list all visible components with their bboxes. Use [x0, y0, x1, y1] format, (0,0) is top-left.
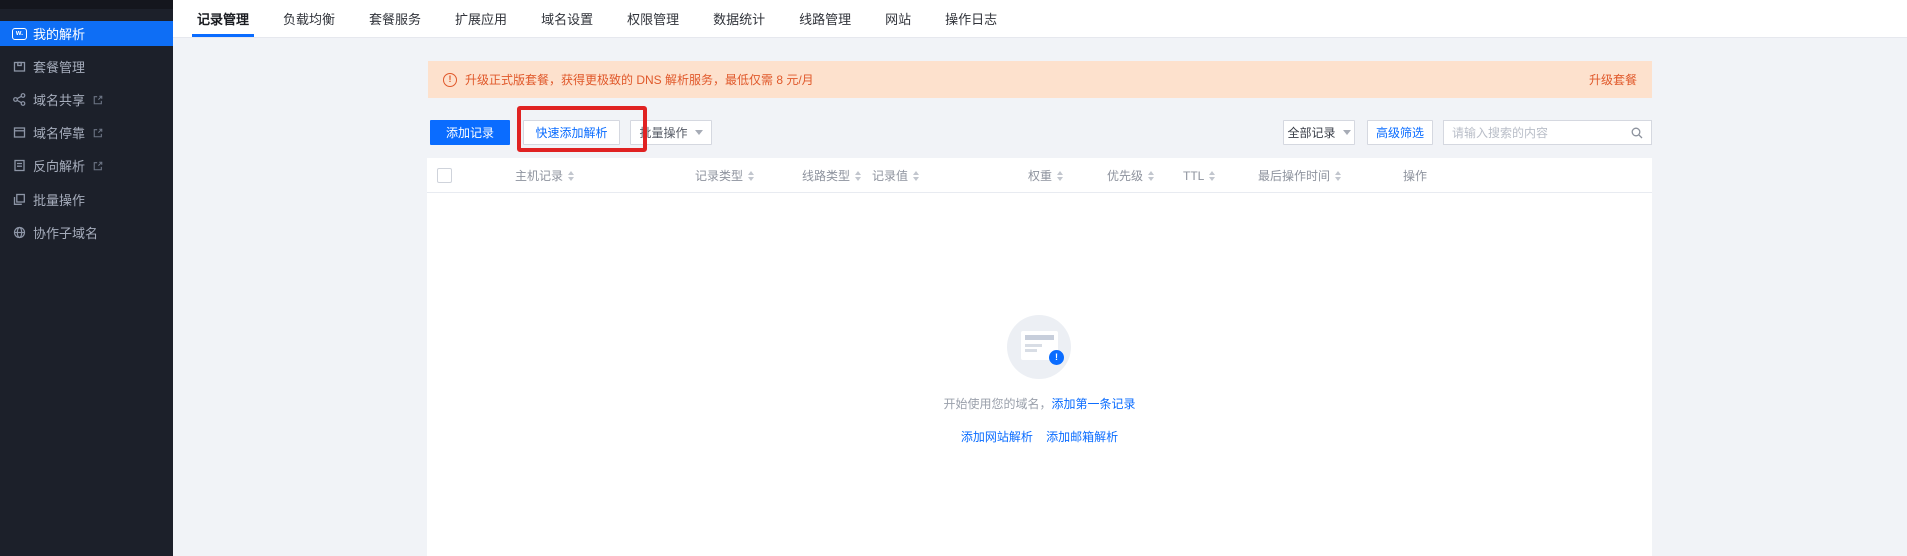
sort-icon[interactable] [1057, 171, 1063, 181]
tab-domain-settings[interactable]: 域名设置 [524, 0, 610, 37]
tab-load-balance[interactable]: 负载均衡 [266, 0, 352, 37]
sidebar-item-label: 反向解析 [33, 156, 85, 175]
window-icon [12, 125, 27, 140]
document-icon [12, 158, 27, 173]
sidebar-item-collab-subdomain[interactable]: 协作子域名 [0, 220, 173, 245]
column-ttl[interactable]: TTL [1183, 158, 1215, 193]
column-priority[interactable]: 优先级 [1107, 158, 1154, 193]
tab-line-manage[interactable]: 线路管理 [782, 0, 868, 37]
tab-statistics[interactable]: 数据统计 [696, 0, 782, 37]
tab-extensions[interactable]: 扩展应用 [438, 0, 524, 37]
tab-website[interactable]: 网站 [868, 0, 928, 37]
copy-icon [12, 192, 27, 207]
sidebar-item-reverse-dns[interactable]: 反向解析 [0, 153, 173, 178]
sidebar-item-label: 域名共享 [33, 90, 85, 109]
warning-circle-icon: ! [443, 73, 457, 87]
sidebar: w. 我的解析 套餐管理 域名共享 域名停靠 [0, 0, 173, 556]
tab-record-manage[interactable]: 记录管理 [180, 0, 266, 37]
package-icon [12, 59, 27, 74]
sort-icon[interactable] [568, 171, 574, 181]
sort-icon[interactable] [913, 171, 919, 181]
document-shape: ! [1021, 331, 1058, 360]
select-all-checkbox[interactable] [437, 168, 452, 183]
chevron-down-icon [1343, 130, 1351, 135]
sidebar-item-label: 域名停靠 [33, 123, 85, 142]
add-website-dns-link[interactable]: 添加网站解析 [961, 430, 1033, 444]
external-link-icon [93, 95, 103, 105]
column-host-record[interactable]: 主机记录 [515, 158, 574, 193]
globe-icon [12, 225, 27, 240]
tab-package-service[interactable]: 套餐服务 [352, 0, 438, 37]
tab-permissions[interactable]: 权限管理 [610, 0, 696, 37]
dns-console-page: w. 我的解析 套餐管理 域名共享 域名停靠 [0, 0, 1907, 556]
empty-state-links: 添加网站解析 添加邮箱解析 [427, 428, 1652, 445]
banner-message: 升级正式版套餐，获得更极致的 DNS 解析服务，最低仅需 8 元/月 [465, 71, 814, 88]
sort-icon[interactable] [855, 171, 861, 181]
sidebar-item-domain-parking[interactable]: 域名停靠 [0, 120, 173, 145]
column-line-type[interactable]: 线路类型 [802, 158, 861, 193]
column-weight[interactable]: 权重 [1028, 158, 1063, 193]
search-input[interactable] [1444, 126, 1630, 140]
share-icon [12, 92, 27, 107]
external-link-icon [93, 161, 103, 171]
records-table: 主机记录 记录类型 线路类型 记录值 权重 优先级 [427, 158, 1652, 556]
add-mail-dns-link[interactable]: 添加邮箱解析 [1046, 430, 1118, 444]
batch-operations-dropdown[interactable]: 批量操作 [630, 120, 712, 145]
exclamation-badge: ! [1049, 350, 1064, 365]
sidebar-item-domain-share[interactable]: 域名共享 [0, 87, 173, 112]
sort-icon[interactable] [1148, 171, 1154, 181]
sidebar-item-package-manage[interactable]: 套餐管理 [0, 54, 173, 79]
sidebar-item-label: 套餐管理 [33, 57, 85, 76]
sort-icon[interactable] [1335, 171, 1341, 181]
external-link-icon [93, 128, 103, 138]
upgrade-package-link[interactable]: 升级套餐 [1589, 71, 1637, 88]
column-record-value[interactable]: 记录值 [872, 158, 919, 193]
sidebar-item-batch-ops[interactable]: 批量操作 [0, 187, 173, 212]
column-record-type[interactable]: 记录类型 [695, 158, 754, 193]
empty-records-icon: ! [1007, 315, 1071, 379]
sidebar-top-strip [0, 0, 173, 9]
column-actions: 操作 [1403, 158, 1427, 193]
w-badge-icon: w. [12, 26, 27, 41]
sidebar-item-my-dns[interactable]: w. 我的解析 [0, 21, 173, 46]
sidebar-item-label: 批量操作 [33, 190, 85, 209]
sidebar-item-label: 我的解析 [33, 24, 85, 43]
table-header-row: 主机记录 记录类型 线路类型 记录值 权重 优先级 [427, 158, 1652, 193]
add-first-record-link[interactable]: 添加第一条记录 [1052, 397, 1136, 411]
upgrade-banner: ! 升级正式版套餐，获得更极致的 DNS 解析服务，最低仅需 8 元/月 升级套… [428, 61, 1652, 98]
sort-icon[interactable] [1209, 171, 1215, 181]
add-record-button[interactable]: 添加记录 [430, 120, 510, 145]
magnifier-icon[interactable] [1630, 126, 1644, 140]
record-filter-dropdown[interactable]: 全部记录 [1283, 120, 1355, 145]
quick-add-dns-button[interactable]: 快速添加解析 [523, 120, 620, 145]
empty-state-hint: 开始使用您的域名，添加第一条记录 [427, 395, 1652, 412]
tab-operation-log[interactable]: 操作日志 [928, 0, 1014, 37]
sidebar-item-label: 协作子域名 [33, 223, 98, 242]
column-last-operated[interactable]: 最后操作时间 [1258, 158, 1341, 193]
advanced-filter-button[interactable]: 高级筛选 [1367, 120, 1433, 145]
search-box [1443, 120, 1652, 145]
chevron-down-icon [695, 130, 703, 135]
sort-icon[interactable] [748, 171, 754, 181]
tab-bar: 记录管理 负载均衡 套餐服务 扩展应用 域名设置 权限管理 数据统计 线路管理 … [173, 0, 1907, 38]
